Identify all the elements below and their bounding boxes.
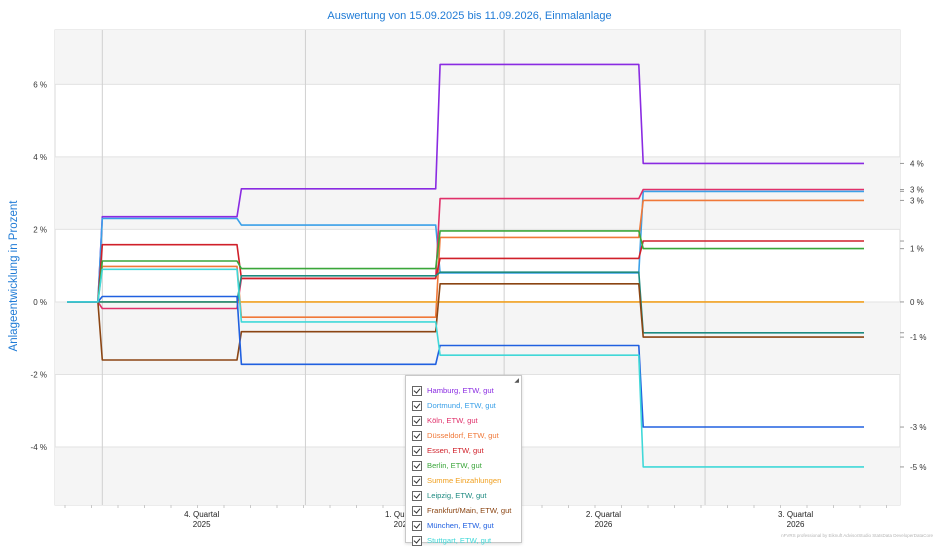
legend-item[interactable]: Dortmund, ETW, gut — [406, 399, 521, 412]
legend-item-label: Summe Einzahlungen — [427, 476, 502, 485]
grid-band — [55, 30, 900, 85]
legend-item-label: München, ETW, gut — [427, 521, 494, 530]
x-tick-label-year: 2026 — [787, 520, 805, 529]
end-label: -1 % — [910, 333, 926, 342]
x-tick-label: 2. Quartal — [586, 510, 621, 519]
legend-checkbox-icon[interactable] — [412, 400, 422, 411]
x-tick-label: 3. Quartal — [778, 510, 813, 519]
legend-checkbox-icon[interactable] — [412, 520, 422, 531]
legend-checkbox-icon[interactable] — [412, 475, 422, 486]
legend-item[interactable]: München, ETW, gut — [406, 519, 521, 532]
end-label: -5 % — [910, 463, 926, 472]
x-tick-label-year: 2026 — [595, 520, 613, 529]
end-label: -3 % — [910, 423, 926, 432]
legend-item-label: Leipzig, ETW, gut — [427, 491, 487, 500]
x-tick-label-year: 2025 — [193, 520, 211, 529]
legend-checkbox-icon[interactable] — [412, 445, 422, 456]
legend-checkbox-icon[interactable] — [412, 460, 422, 471]
legend-item-label: Düsseldorf, ETW, gut — [427, 431, 499, 440]
legend-item-label: Dortmund, ETW, gut — [427, 401, 496, 410]
legend-item[interactable]: Hamburg, ETW, gut — [406, 384, 521, 397]
legend-item[interactable]: Köln, ETW, gut — [406, 414, 521, 427]
legend-checkbox-icon[interactable] — [412, 505, 422, 516]
y-tick-label: 4 % — [33, 153, 47, 162]
legend-item-label: Köln, ETW, gut — [427, 416, 478, 425]
y-tick-label: 6 % — [33, 80, 47, 89]
y-tick-label: 2 % — [33, 225, 47, 234]
grid-band — [55, 301, 900, 375]
footer-credit: nFVRS professional by Eiknuft AdvisorStu… — [781, 533, 933, 538]
y-tick-label: -4 % — [31, 443, 47, 452]
legend-item[interactable]: Summe Einzahlungen — [406, 474, 521, 487]
legend-item[interactable]: Essen, ETW, gut — [406, 444, 521, 457]
legend-resize-icon[interactable]: ◢ — [514, 377, 519, 384]
legend-items: Hamburg, ETW, gut Dortmund, ETW, gut Köln,… — [406, 384, 521, 547]
end-label: 3 % — [910, 186, 924, 195]
legend-panel[interactable]: ◢ Hamburg, ETW, gut Dortmund, ETW, gut Köl… — [405, 375, 522, 546]
legend-item-label: Frankfurt/Main, ETW, gut — [427, 506, 512, 515]
y-axis-label-wrap: Anlageentwicklung in Prozent — [4, 180, 26, 380]
legend-checkbox-icon[interactable] — [412, 430, 422, 441]
y-tick-label: -2 % — [31, 370, 47, 379]
y-tick-label: 0 % — [33, 298, 47, 307]
end-label: 1 % — [910, 245, 924, 254]
legend-item[interactable]: Düsseldorf, ETW, gut — [406, 429, 521, 442]
legend-item-label: Hamburg, ETW, gut — [427, 386, 494, 395]
chart-title: Auswertung von 15.09.2025 bis 11.09.2026… — [327, 10, 612, 22]
legend-checkbox-icon[interactable] — [412, 490, 422, 501]
end-label: 3 % — [910, 196, 924, 205]
legend-checkbox-icon[interactable] — [412, 415, 422, 426]
legend-item-label: Berlin, ETW, gut — [427, 461, 482, 470]
x-tick-label: 4. Quartal — [184, 510, 219, 519]
legend-item[interactable]: Leipzig, ETW, gut — [406, 489, 521, 502]
legend-checkbox-icon[interactable] — [412, 385, 422, 396]
end-label: 0 % — [910, 298, 924, 307]
legend-item[interactable]: Berlin, ETW, gut — [406, 459, 521, 472]
legend-item[interactable]: Frankfurt/Main, ETW, gut — [406, 504, 521, 517]
legend-item-label: Essen, ETW, gut — [427, 446, 484, 455]
y-axis-label: Anlageentwicklung in Prozent — [8, 200, 20, 352]
end-label: 4 % — [910, 159, 924, 168]
